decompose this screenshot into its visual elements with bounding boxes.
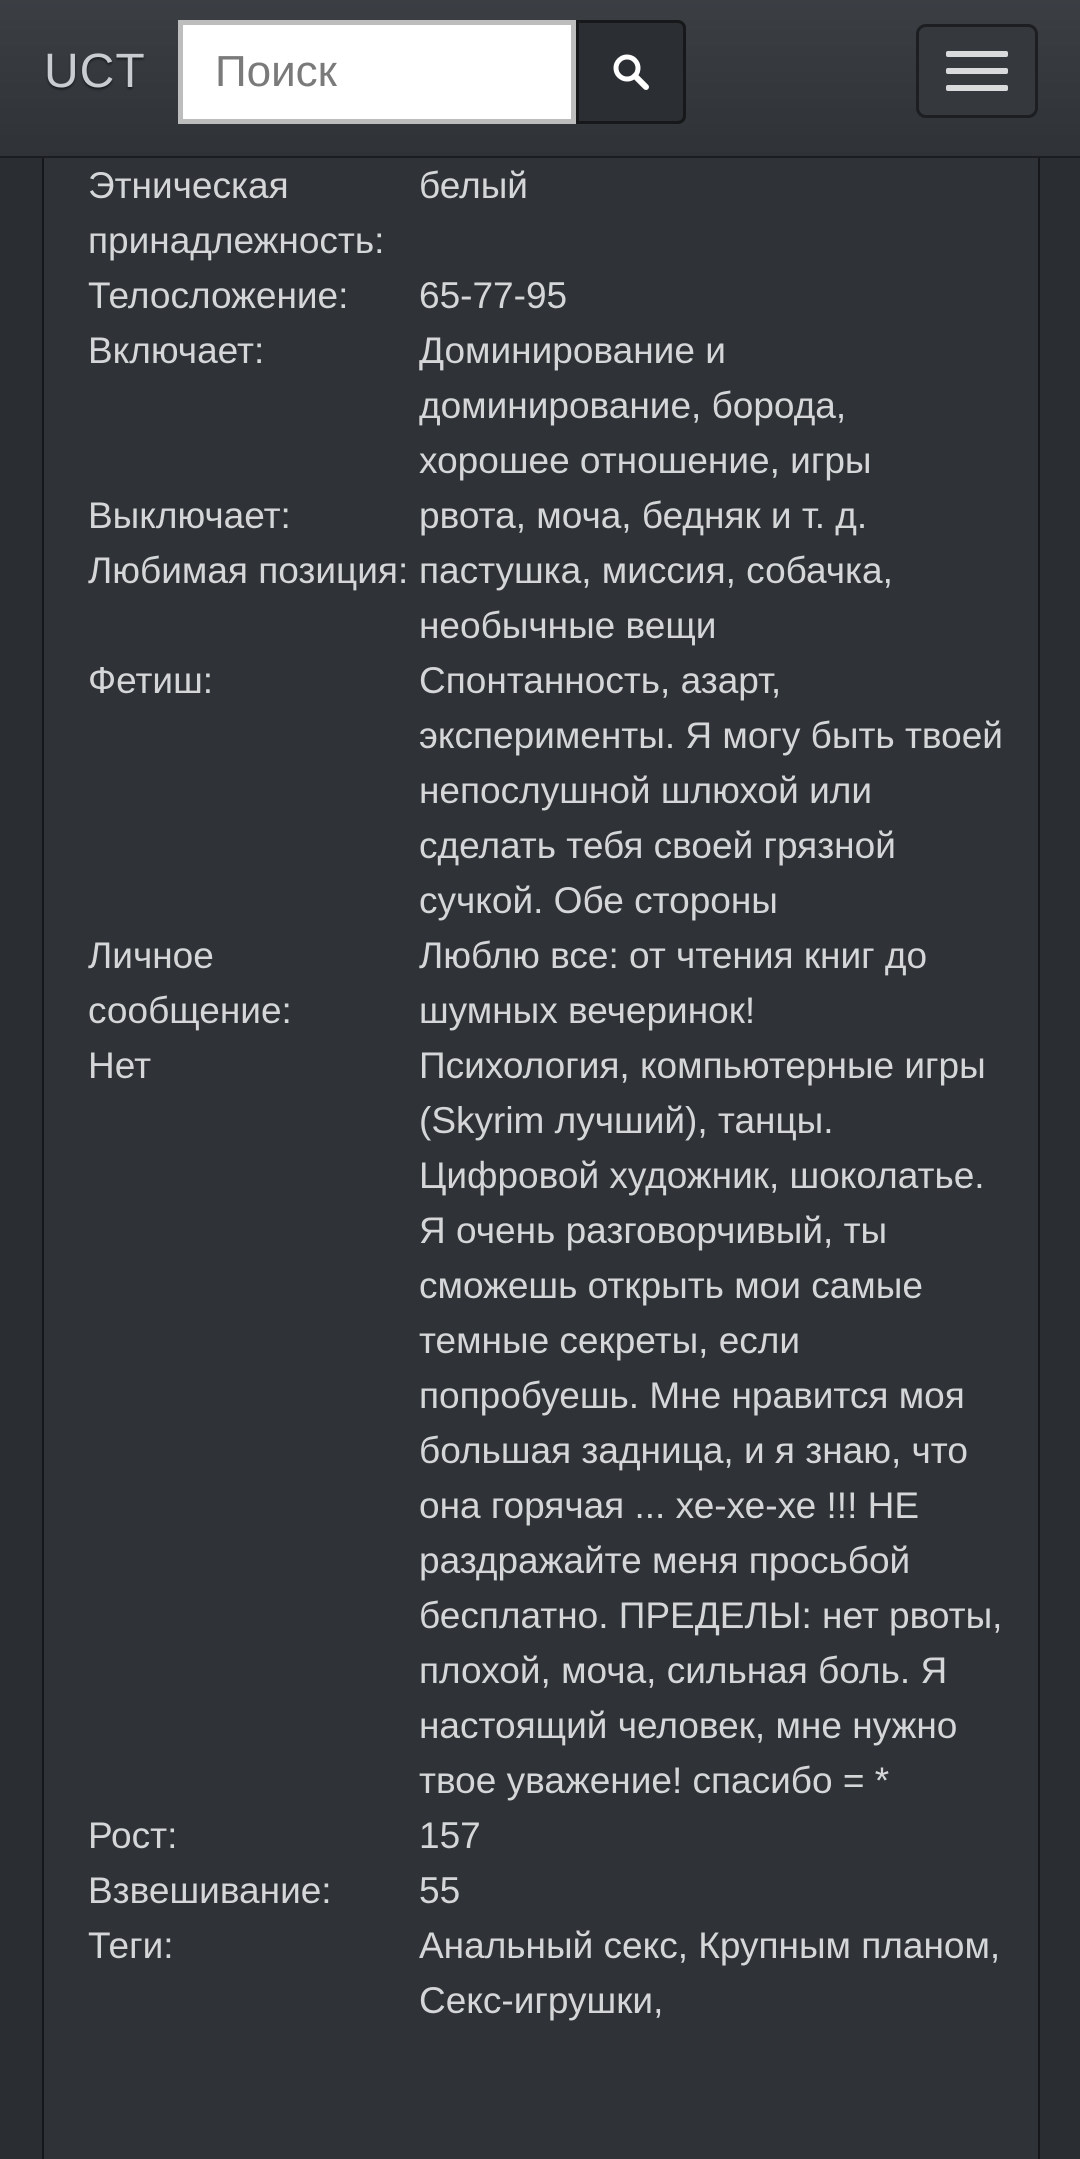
row-personal-message: Личное сообщение: Люблю все: от чтения к… <box>88 928 1008 1038</box>
top-navbar: UCT <box>0 0 1080 158</box>
row-value: 157 <box>419 1815 481 1856</box>
search-icon <box>613 54 649 90</box>
row-label: Фетиш: <box>88 660 214 701</box>
search-button[interactable] <box>576 20 686 124</box>
row-label: Рост: <box>88 1815 178 1856</box>
row-label: Этническая принадлежность: <box>88 165 385 261</box>
row-label: Любимая позиция: <box>88 550 409 591</box>
row-label: Включает: <box>88 330 265 371</box>
menu-button[interactable] <box>916 24 1038 118</box>
row-label: Взвешивание: <box>88 1870 332 1911</box>
row-label: Выключает: <box>88 495 291 536</box>
search-input[interactable] <box>178 20 576 124</box>
menu-icon <box>946 51 1008 57</box>
row-height: Рост: 157 <box>88 1808 1008 1863</box>
row-weight: Взвешивание: 55 <box>88 1863 1008 1918</box>
menu-icon-bar <box>946 68 1008 74</box>
row-value: пастушка, миссия, собачка, необычные вещ… <box>419 550 893 646</box>
row-fetish: Фетиш: Спонтанность, азарт, эксперименты… <box>88 653 1008 928</box>
row-label: Телосложение: <box>88 275 349 316</box>
profile-panel: Этническая принадлежность: белый Телосло… <box>42 158 1040 2159</box>
page: UCT Этническая принадлежность: белый Тел… <box>0 0 1080 2159</box>
menu-icon-bar <box>946 85 1008 91</box>
row-favorite-position: Любимая позиция: пастушка, миссия, собач… <box>88 543 1008 653</box>
row-value: Психология, компьютерные игры (Skyrim лу… <box>419 1045 1003 1801</box>
row-body-type: Телосложение: 65-77-95 <box>88 268 1008 323</box>
row-turn-ons: Включает: Доминирование и доминирование,… <box>88 323 1008 488</box>
row-turn-offs: Выключает: рвота, моча, бедняк и т. д. <box>88 488 1008 543</box>
row-value: 55 <box>419 1870 461 1911</box>
row-value: рвота, моча, бедняк и т. д. <box>419 495 868 536</box>
profile-details: Этническая принадлежность: белый Телосло… <box>88 158 1008 2028</box>
row-value: Доминирование и доминирование, борода, х… <box>419 330 872 481</box>
row-value: Люблю все: от чтения книг до шумных вече… <box>419 935 928 1031</box>
row-about: Нет Психология, компьютерные игры (Skyri… <box>88 1038 1008 1808</box>
row-value: белый <box>419 165 528 206</box>
row-label: Теги: <box>88 1925 174 1966</box>
row-ethnicity: Этническая принадлежность: белый <box>88 158 1008 268</box>
row-value: Анальный секс, Крупным планом, Секс-игру… <box>419 1925 1001 2021</box>
row-value: Спонтанность, азарт, эксперименты. Я мог… <box>419 660 1003 921</box>
row-value: 65-77-95 <box>419 275 568 316</box>
row-label: Личное сообщение: <box>88 935 292 1031</box>
site-logo[interactable]: UCT <box>44 44 146 100</box>
row-tags: Теги: Анальный секс, Крупным планом, Сек… <box>88 1918 1008 2028</box>
row-label: Нет <box>88 1045 152 1086</box>
